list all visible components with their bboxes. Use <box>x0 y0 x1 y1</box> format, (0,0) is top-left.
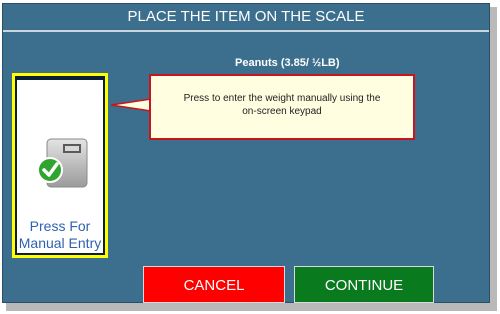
tooltip-line2: on-screen keypad <box>242 106 322 117</box>
item-name: Peanuts (3.85/ ½LB) <box>235 57 340 69</box>
manual-entry-label-line2: Manual Entry <box>18 235 102 251</box>
scale-icon <box>37 138 88 188</box>
manual-entry-label: Press For Manual Entry <box>17 218 103 252</box>
manual-entry-label-line1: Press For <box>29 218 91 234</box>
help-tooltip: Press to enter the weight manually using… <box>111 74 415 142</box>
manual-entry-panel: Press For Manual Entry <box>15 76 105 255</box>
tooltip-line1: Press to enter the weight manually using… <box>183 93 381 104</box>
page-title: PLACE THE ITEM ON THE SCALE <box>127 8 365 25</box>
scale-dialog: PLACE THE ITEM ON THE SCALE Peanuts (3.8… <box>2 3 490 303</box>
manual-entry-button[interactable]: Press For Manual Entry <box>12 73 108 258</box>
check-icon <box>37 157 63 183</box>
title-divider <box>3 30 489 32</box>
cancel-button[interactable]: CANCEL <box>143 266 285 303</box>
continue-button[interactable]: CONTINUE <box>294 266 434 303</box>
tooltip-box: Press to enter the weight manually using… <box>149 74 415 140</box>
